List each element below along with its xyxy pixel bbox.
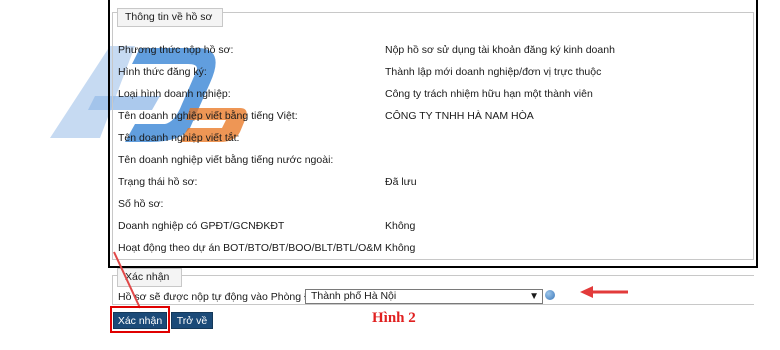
row-label: Hoạt động theo dự án BOT/BTO/BT/BOO/BLT/… (118, 242, 382, 254)
row-label: Tên doanh nghiệp viết bằng tiếng Việt: (118, 110, 298, 122)
row-value: Thành lập mới doanh nghiệp/đơn vị trực t… (385, 66, 602, 78)
dossier-info-legend: Thông tin về hồ sơ (117, 8, 224, 27)
row-value: Không (385, 242, 416, 254)
row-label: Số hồ sơ: (118, 198, 164, 210)
row-value: Nộp hồ sơ sử dụng tài khoản đăng ký kinh… (385, 44, 615, 56)
row-label: Trạng thái hồ sơ: (118, 176, 198, 188)
pointer-line-icon (113, 251, 141, 309)
back-button[interactable]: Trở về (171, 312, 213, 329)
arrow-left-icon (580, 286, 628, 298)
figure-caption: Hình 2 (372, 310, 416, 326)
chevron-down-icon: ▼ (529, 291, 539, 302)
row-value: Công ty trách nhiệm hữu hạn một thành vi… (385, 88, 593, 100)
row-label: Phương thức nộp hồ sơ: (118, 44, 234, 56)
confirm-button[interactable]: Xác nhận (113, 312, 167, 329)
office-select[interactable]: Thành phố Hà Nội ▼ (305, 289, 543, 304)
info-icon[interactable] (545, 290, 555, 300)
row-label: Loại hình doanh nghiệp: (118, 88, 231, 100)
row-value: Không (385, 220, 416, 232)
row-label: Tên doanh nghiệp viết bằng tiếng nước ng… (118, 154, 334, 166)
row-value: CÔNG TY TNHH HÀ NAM HÒA (385, 110, 534, 122)
row-value: Đã lưu (385, 176, 417, 188)
row-label: Doanh nghiệp có GPĐT/GCNĐKĐT (118, 220, 285, 232)
office-select-value: Thành phố Hà Nội (311, 290, 397, 302)
row-label: Tên doanh nghiệp viết tắt: (118, 132, 240, 144)
row-label: Hình thức đăng ký: (118, 66, 207, 78)
